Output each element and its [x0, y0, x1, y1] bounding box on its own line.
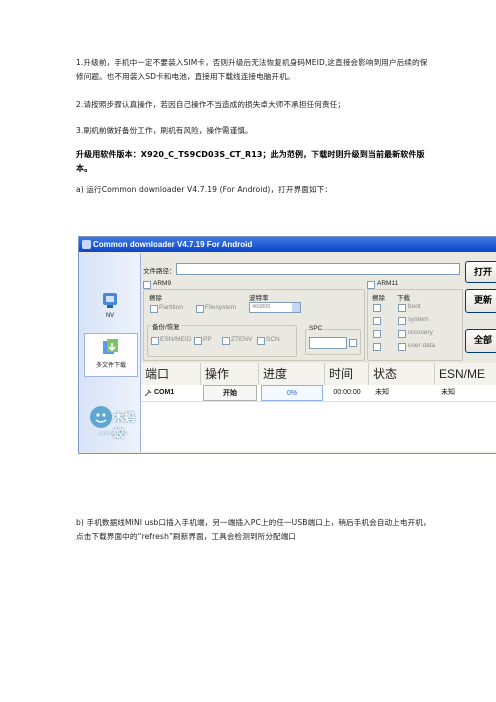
column-header-progress: 进度: [259, 363, 325, 385]
column-header-time: 时间: [325, 363, 369, 385]
download-system-checkbox[interactable]: [398, 317, 406, 325]
download-boot-checkbox[interactable]: [398, 304, 406, 312]
baud-rate-select[interactable]: 460800: [249, 302, 301, 313]
paragraph-6-step-b: b) 手机数据线MINI usb口插入手机端，另一端插入PC上的任一USB端口上…: [76, 518, 431, 541]
spc-input[interactable]: [309, 337, 347, 349]
cell-progress: 0%: [261, 385, 323, 401]
filesystem-checkbox[interactable]: [196, 305, 204, 313]
arm9-label: ARM9: [153, 280, 172, 287]
backup-restore-label: 备份/恢复: [151, 321, 181, 331]
download-userdata-checkbox[interactable]: [398, 343, 406, 351]
paragraph-2: 2.请按照步骤认真操作，若因自己操作不当造成的损失卓大师不承担任何责任；: [76, 100, 346, 109]
sidebar-item-multi-download[interactable]: 多文件下载: [84, 333, 138, 377]
column-header-port: 端口: [141, 363, 201, 385]
table-row[interactable]: COM1 开始 0% 00:00:00 未知 未知: [141, 385, 496, 402]
filesystem-label: Filesystem: [205, 304, 237, 311]
file-path-input[interactable]: [176, 263, 460, 275]
sidebar-item-multi-label: 多文件下载: [95, 363, 126, 369]
android-logo-icon: [90, 406, 112, 428]
app-title: Common downloader V4.7.19 For Android: [93, 240, 253, 249]
chevron-down-icon: [292, 303, 300, 312]
arm11-erase-label: 擦除: [372, 295, 385, 302]
paragraph-5-step-a: a) 运行Common downloader V4.7.19 (For Andr…: [76, 185, 333, 194]
sidebar-item-nv-label: NV: [105, 313, 115, 319]
backup-ztenv-checkbox[interactable]: [222, 337, 230, 345]
app-icon: [82, 240, 91, 249]
backup-pp-checkbox[interactable]: [194, 337, 202, 345]
backup-ztenv-label: ZTENV: [231, 336, 253, 343]
file-path-label: 文件路径：: [143, 268, 176, 275]
update-button[interactable]: 更新: [465, 289, 496, 313]
cell-port: COM1: [154, 389, 175, 396]
arm11-checkbox[interactable]: [367, 281, 375, 289]
nv-icon: [103, 293, 117, 308]
port-table-header: 端口 操作 进度 时间 状态 ESN/ME: [141, 363, 496, 386]
download-recovery-checkbox[interactable]: [398, 330, 406, 338]
baud-rate-label: 波特率: [249, 295, 269, 302]
paragraph-4-version: 升级用软件版本：X920_C_TS9CD03S_CT_R13；此为范例，下载时则…: [76, 150, 425, 173]
paragraph-3: 3.刷机前做好备份工作，刷机有风险，操作需谨慎。: [76, 126, 253, 135]
partition-label: Partition: [159, 304, 183, 311]
erase-system-checkbox[interactable]: [373, 317, 381, 325]
baud-rate-value: 460800: [252, 304, 271, 310]
table-body-empty: [141, 402, 496, 452]
arm11-system-label: system: [408, 316, 429, 323]
open-button[interactable]: 打开: [465, 261, 496, 283]
backup-esn-meid-label: ESN/MEID: [160, 336, 192, 343]
backup-pp-label: PP: [203, 336, 212, 343]
all-button[interactable]: 全部: [465, 329, 496, 353]
partition-checkbox[interactable]: [150, 305, 158, 313]
mumayi-watermark: 木蚂蚁 mumayi.com: [85, 403, 145, 447]
watermark-url: mumayi.com: [99, 431, 128, 437]
arm11-userdata-label: user data: [408, 342, 436, 349]
cell-esn: 未知: [441, 389, 455, 396]
arm11-label: ARM11: [377, 280, 399, 287]
backup-scn-label: SCN: [266, 336, 280, 343]
start-button[interactable]: 开始: [203, 385, 257, 401]
spc-checkbox[interactable]: [349, 339, 357, 347]
arm11-recovery-label: recovery: [408, 329, 433, 336]
cell-time: 00:00:00: [333, 389, 361, 396]
arm9-erase-label: 擦除: [149, 295, 162, 302]
cell-status: 未知: [375, 389, 389, 396]
paragraph-1: 1.升级前，手机中一定不要装入SIM卡，否则升级后无法恢复机身码MEID,这直接…: [76, 58, 428, 81]
erase-boot-checkbox[interactable]: [373, 304, 381, 312]
spc-label: SPC: [308, 325, 324, 332]
backup-esn-meid-checkbox[interactable]: [151, 337, 159, 345]
column-header-esn: ESN/ME: [439, 367, 486, 381]
column-header-action: 操作: [201, 363, 259, 385]
erase-recovery-checkbox[interactable]: [373, 330, 381, 338]
arm11-download-label: 下载: [397, 295, 410, 302]
arm11-boot-label: boot: [408, 303, 421, 310]
app-screenshot: Common downloader V4.7.19 For Android NV…: [78, 236, 496, 454]
erase-userdata-checkbox[interactable]: [373, 343, 381, 351]
multi-download-icon: [103, 339, 118, 354]
backup-scn-checkbox[interactable]: [257, 337, 265, 345]
arm9-checkbox[interactable]: [143, 281, 151, 289]
app-titlebar: Common downloader V4.7.19 For Android: [79, 237, 496, 252]
sidebar-item-nv[interactable]: NV: [84, 287, 136, 329]
column-header-status: 状态: [369, 363, 435, 385]
